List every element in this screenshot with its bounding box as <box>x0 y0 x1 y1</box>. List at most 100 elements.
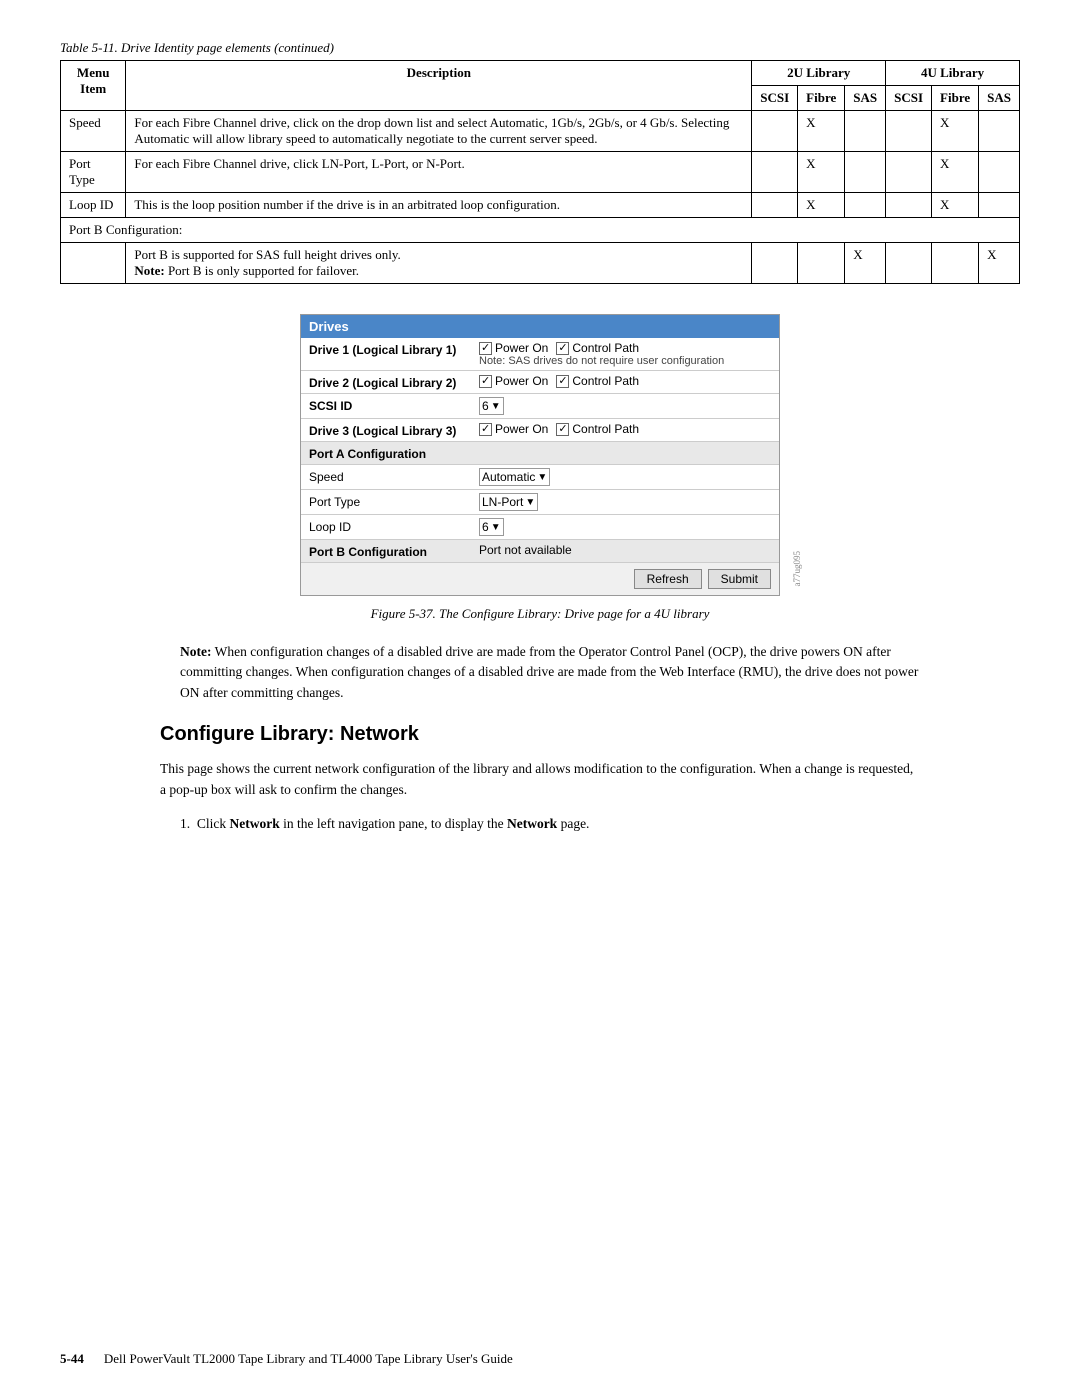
drive1-controlpath-cb-icon <box>556 342 569 355</box>
table-row-section: Port B Configuration: <box>61 218 1020 243</box>
scsiid-row: SCSI ID 6 ▼ <box>301 394 779 419</box>
drive2-controlpath-checkbox[interactable]: Control Path <box>556 374 639 388</box>
portb-fibre-1 <box>798 243 845 284</box>
col-scsi-1: SCSI <box>752 86 798 111</box>
loopid-ss-label: Loop ID <box>309 518 479 534</box>
side-label: a77ug095 <box>792 551 802 587</box>
drive2-row: Drive 2 (Logical Library 2) Power On Con… <box>301 371 779 394</box>
portb-ss-value: Port not available <box>479 543 771 557</box>
scsiid-value: 6 ▼ <box>479 397 771 415</box>
table-row: Loop ID This is the loop position number… <box>61 193 1020 218</box>
drive2-poweron-label: Power On <box>495 374 548 388</box>
screenshot-header: Drives <box>301 315 779 338</box>
speed-select-arrow-icon: ▼ <box>537 472 547 483</box>
table-row: Port B is supported for SAS full height … <box>61 243 1020 284</box>
loopid-ss-value: 6 ▼ <box>479 518 771 536</box>
porta-section-row: Port A Configuration <box>301 442 779 465</box>
porttype-fibre-1: X <box>798 152 845 193</box>
footer-text: Dell PowerVault TL2000 Tape Library and … <box>104 1351 513 1367</box>
loopid-select-value: 6 <box>482 520 489 534</box>
portb-fibre-2 <box>932 243 979 284</box>
portb-ss-label: Port B Configuration <box>309 543 479 559</box>
drive3-poweron-cb-icon <box>479 423 492 436</box>
desc-loopid: This is the loop position number if the … <box>126 193 752 218</box>
col-fibre-1: Fibre <box>798 86 845 111</box>
drive3-controlpath-checkbox[interactable]: Control Path <box>556 422 639 436</box>
drive1-value: Power On Control Path Note: SAS drives d… <box>479 341 771 367</box>
loopid-select-arrow-icon: ▼ <box>491 522 501 533</box>
col-sas-1: SAS <box>845 86 886 111</box>
speed-scsi-1 <box>752 111 798 152</box>
menu-item-speed: Speed <box>61 111 126 152</box>
table-caption: Table 5-11. Drive Identity page elements… <box>60 40 1020 56</box>
loopid-ss-row: Loop ID 6 ▼ <box>301 515 779 540</box>
speed-select-value: Automatic <box>482 470 535 484</box>
portb-scsi-1 <box>752 243 798 284</box>
porttype-select-value: LN-Port <box>482 495 523 509</box>
loopid-fibre-1: X <box>798 193 845 218</box>
step1-end: page. <box>557 816 589 831</box>
speed-value: Automatic ▼ <box>479 468 771 486</box>
step1-item: 1. Click Network in the left navigation … <box>180 813 920 835</box>
drive1-label: Drive 1 (Logical Library 1) <box>309 341 479 357</box>
porttype-value: LN-Port ▼ <box>479 493 771 511</box>
drive1-poweron-label: Power On <box>495 341 548 355</box>
desc-speed: For each Fibre Channel drive, click on t… <box>126 111 752 152</box>
drive1-poweron-checkbox[interactable]: Power On <box>479 341 548 355</box>
scsiid-select[interactable]: 6 ▼ <box>479 397 504 415</box>
drive1-row: Drive 1 (Logical Library 1) Power On Con… <box>301 338 779 371</box>
menu-item-porttype: Port Type <box>61 152 126 193</box>
page-footer: 5-44 Dell PowerVault TL2000 Tape Library… <box>60 1351 1020 1367</box>
loopid-select[interactable]: 6 ▼ <box>479 518 504 536</box>
col-sas-2: SAS <box>979 86 1020 111</box>
step1-rest: in the left navigation pane, to display … <box>280 816 507 831</box>
porttype-select[interactable]: LN-Port ▼ <box>479 493 538 511</box>
figure-caption: Figure 5-37. The Configure Library: Driv… <box>60 606 1020 622</box>
submit-button[interactable]: Submit <box>708 569 771 589</box>
drive2-poweron-checkbox[interactable]: Power On <box>479 374 548 388</box>
drive1-controlpath-checkbox[interactable]: Control Path <box>556 341 639 355</box>
drive3-poweron-label: Power On <box>495 422 548 436</box>
table-row: Port Type For each Fibre Channel drive, … <box>61 152 1020 193</box>
menu-item-loopid: Loop ID <box>61 193 126 218</box>
drive3-controlpath-label: Control Path <box>572 422 639 436</box>
speed-sas-1 <box>845 111 886 152</box>
drive1-note: Note: SAS drives do not require user con… <box>479 355 771 367</box>
speed-fibre-1: X <box>798 111 845 152</box>
loopid-sas-2 <box>979 193 1020 218</box>
porttype-sas-2 <box>979 152 1020 193</box>
col-4u-library: 4U Library <box>886 61 1020 86</box>
portb-section-header: Port B Configuration: <box>61 218 1020 243</box>
speed-select[interactable]: Automatic ▼ <box>479 468 550 486</box>
scsiid-label: SCSI ID <box>309 397 479 413</box>
drive3-poweron-checkbox[interactable]: Power On <box>479 422 548 436</box>
note-block: Note: When configuration changes of a di… <box>180 642 920 703</box>
speed-row: Speed Automatic ▼ <box>301 465 779 490</box>
screenshot-container: Drives Drive 1 (Logical Library 1) Power… <box>60 314 1020 596</box>
portb-scsi-2 <box>886 243 932 284</box>
page-number: 5-44 <box>60 1351 84 1367</box>
col-menu-item: Menu Item <box>61 61 126 111</box>
col-scsi-2: SCSI <box>886 86 932 111</box>
portb-sas-1: X <box>845 243 886 284</box>
drive1-poweron-cb-icon <box>479 342 492 355</box>
note-label: Note: <box>180 644 211 659</box>
screenshot-footer: Refresh Submit <box>301 563 779 595</box>
portb-desc: Port B is supported for SAS full height … <box>126 243 752 284</box>
table-row: Speed For each Fibre Channel drive, clic… <box>61 111 1020 152</box>
scsiid-select-arrow-icon: ▼ <box>491 401 501 412</box>
col-2u-library: 2U Library <box>752 61 886 86</box>
refresh-button[interactable]: Refresh <box>634 569 702 589</box>
drive2-controlpath-cb-icon <box>556 375 569 388</box>
drive1-controlpath-label: Control Path <box>572 341 639 355</box>
col-fibre-2: Fibre <box>932 86 979 111</box>
step1-network-bold2: Network <box>507 816 557 831</box>
speed-sas-2 <box>979 111 1020 152</box>
porttype-row: Port Type LN-Port ▼ <box>301 490 779 515</box>
loopid-fibre-2: X <box>932 193 979 218</box>
desc-porttype: For each Fibre Channel drive, click LN-P… <box>126 152 752 193</box>
portb-ss-row: Port B Configuration Port not available <box>301 540 779 563</box>
drive3-label: Drive 3 (Logical Library 3) <box>309 422 479 438</box>
porttype-select-arrow-icon: ▼ <box>525 497 535 508</box>
porttype-scsi-2 <box>886 152 932 193</box>
